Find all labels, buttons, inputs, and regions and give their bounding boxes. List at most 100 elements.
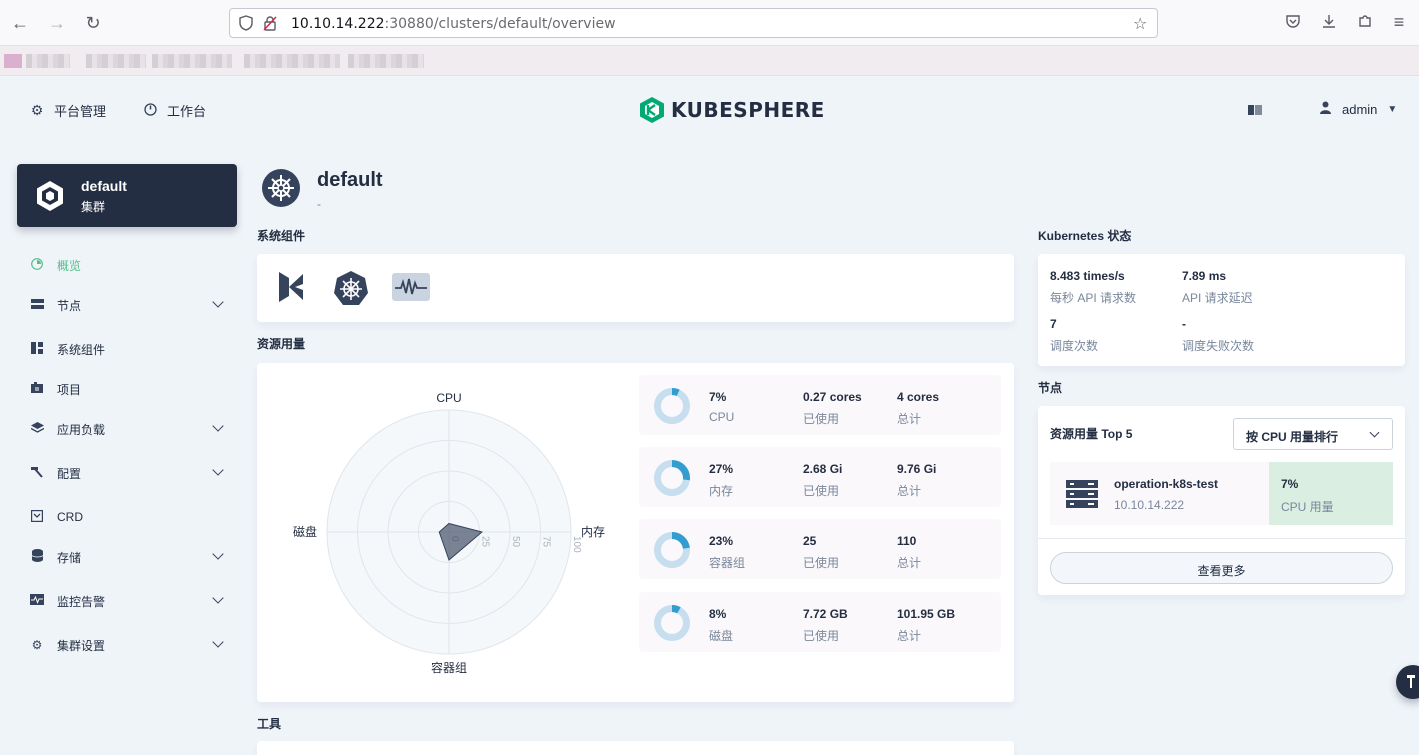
blurred-bookmark[interactable] <box>348 54 424 68</box>
extensions-icon[interactable] <box>1354 12 1376 34</box>
usage-row-pods: 23% 容器组 25 已使用 110 总计 <box>639 519 1001 579</box>
tools-panel <box>257 741 1014 755</box>
sidebar-item-projects[interactable]: 项目 <box>30 379 230 399</box>
bookmark-star-icon[interactable]: ☆ <box>1133 14 1147 34</box>
usage-used-label: 已使用 <box>803 484 840 498</box>
page-title: default <box>317 169 383 191</box>
layers-icon <box>30 422 44 436</box>
usage-used-value: 2.68 Gi <box>803 462 843 476</box>
usage-percent: 27% <box>709 462 734 476</box>
workbench-link[interactable]: 工作台 <box>143 101 206 120</box>
chevron-down-icon <box>212 296 224 308</box>
sidebar-item-crd[interactable]: CRD <box>30 507 230 527</box>
usage-percent: 23% <box>709 534 734 548</box>
monitoring-component-icon[interactable] <box>392 273 430 304</box>
address-bar[interactable]: 10.10.14.222:30880/clusters/default/over… <box>229 8 1158 38</box>
usage-donut <box>654 388 690 424</box>
usage-name: CPU <box>709 410 735 424</box>
api-rate-label: 每秒 API 请求数 <box>1050 291 1137 305</box>
blurred-bookmark[interactable] <box>244 54 340 68</box>
node-ip: 10.10.14.222 <box>1114 498 1185 512</box>
sidebar-item-workloads[interactable]: 应用负载 <box>30 419 230 439</box>
schedule-count-label: 调度次数 <box>1050 339 1099 353</box>
insecure-lock-icon <box>263 15 277 34</box>
system-components-panel <box>257 254 1014 322</box>
chevron-down-icon <box>212 592 224 604</box>
sidebar-item-cluster-settings[interactable]: ⚙ 集群设置 <box>30 635 230 655</box>
toolbox-float-button[interactable] <box>1396 665 1419 699</box>
usage-row-memory: 27% 内存 2.68 Gi 已使用 9.76 Gi 总计 <box>639 447 1001 507</box>
schedule-count-value: 7 <box>1050 317 1057 331</box>
blurred-bookmark[interactable] <box>152 54 232 68</box>
dashboard-icon <box>143 102 157 119</box>
schedule-fail-label: 调度失败次数 <box>1182 339 1255 353</box>
kubesphere-component-icon[interactable] <box>275 270 307 307</box>
divider <box>1038 538 1405 539</box>
radar-tick-label: 25 <box>480 536 491 548</box>
resource-usage-heading: 资源用量 <box>257 337 306 351</box>
hammer-icon <box>1407 675 1415 688</box>
blurred-bookmark[interactable] <box>4 54 22 68</box>
sidebar-item-components[interactable]: 系统组件 <box>30 339 230 359</box>
kubernetes-component-icon[interactable] <box>333 270 369 309</box>
radar-axis-label: CPU <box>436 391 461 405</box>
node-row[interactable]: operation-k8s-test 10.10.14.222 7% CPU 用… <box>1050 462 1393 525</box>
shield-icon <box>239 15 253 34</box>
usage-name: 内存 <box>709 484 734 498</box>
chevron-down-icon <box>212 636 224 648</box>
menu-icon[interactable]: ≡ <box>1388 11 1410 33</box>
view-more-button[interactable]: 查看更多 <box>1050 552 1393 584</box>
donut-track <box>654 605 690 641</box>
sidebar-item-monitoring[interactable]: 监控告警 <box>30 591 230 611</box>
cluster-type: 集群 <box>81 200 106 214</box>
usage-used-label: 已使用 <box>803 556 840 570</box>
project-icon <box>30 382 44 396</box>
sidebar-item-config[interactable]: 配置 <box>30 463 230 483</box>
app-header: ⚙ 平台管理 工作台 KUBESPHERE admin ▼ <box>0 77 1419 141</box>
user-menu[interactable]: admin ▼ <box>1318 101 1397 117</box>
sidebar-item-overview[interactable]: 概览 <box>30 255 230 275</box>
crd-icon <box>30 509 44 525</box>
usage-total-label: 总计 <box>897 556 922 570</box>
k8s-status-heading: Kubernetes 状态 <box>1038 229 1132 243</box>
reload-icon[interactable]: ↻ <box>82 12 104 34</box>
sidebar-item-storage[interactable]: 存储 <box>30 547 230 567</box>
url-text: 10.10.14.222:30880/clusters/default/over… <box>291 16 616 32</box>
usage-used-value: 0.27 cores <box>803 390 862 404</box>
platform-menu[interactable]: ⚙ 平台管理 <box>30 101 106 120</box>
node-cpu-percent: 7% <box>1281 477 1299 491</box>
usage-total-value: 101.95 GB <box>897 607 956 621</box>
caret-down-icon: ▼ <box>1387 103 1398 115</box>
radar-tick-label: 50 <box>510 536 521 548</box>
usage-row-cpu: 7% CPU 0.27 cores 已使用 4 cores 总计 <box>639 375 1001 435</box>
usage-donut <box>654 460 690 496</box>
usage-total-value: 4 cores <box>897 390 940 404</box>
database-icon <box>30 549 44 565</box>
node-cpu-label: CPU 用量 <box>1281 500 1334 514</box>
blurred-bookmark[interactable] <box>86 54 146 68</box>
kubesphere-logo[interactable]: KUBESPHERE <box>639 96 825 124</box>
usage-used-label: 已使用 <box>803 629 840 643</box>
blurred-bookmark[interactable] <box>26 54 70 68</box>
k8s-status-panel: 8.483 times/s 每秒 API 请求数 7.89 ms API 请求延… <box>1038 254 1405 366</box>
usage-percent: 7% <box>709 390 727 404</box>
pocket-icon[interactable] <box>1282 12 1304 34</box>
sidebar-item-nodes[interactable]: 节点 <box>30 295 230 315</box>
chevron-down-icon <box>212 420 224 432</box>
usage-total-value: 110 <box>897 534 917 548</box>
chevron-down-icon <box>212 464 224 476</box>
nodes-panel: 资源用量 Top 5 按 CPU 用量排行 operation-k8s-test… <box>1038 406 1405 595</box>
node-name[interactable]: operation-k8s-test <box>1114 477 1218 491</box>
cluster-card[interactable]: default 集群 <box>17 164 237 227</box>
back-arrow-icon[interactable]: ← <box>9 12 31 34</box>
cluster-helm-icon <box>261 168 301 211</box>
download-icon[interactable] <box>1318 12 1340 34</box>
usage-name: 容器组 <box>709 556 746 570</box>
usage-total-label: 总计 <box>897 412 922 426</box>
forward-arrow-icon[interactable]: → <box>46 12 68 34</box>
cluster-icon <box>33 179 67 216</box>
docs-icon[interactable] <box>1248 104 1262 118</box>
top5-label: 资源用量 Top 5 <box>1050 427 1133 441</box>
api-latency-label: API 请求延迟 <box>1182 291 1253 305</box>
sort-select[interactable]: 按 CPU 用量排行 <box>1233 418 1393 450</box>
